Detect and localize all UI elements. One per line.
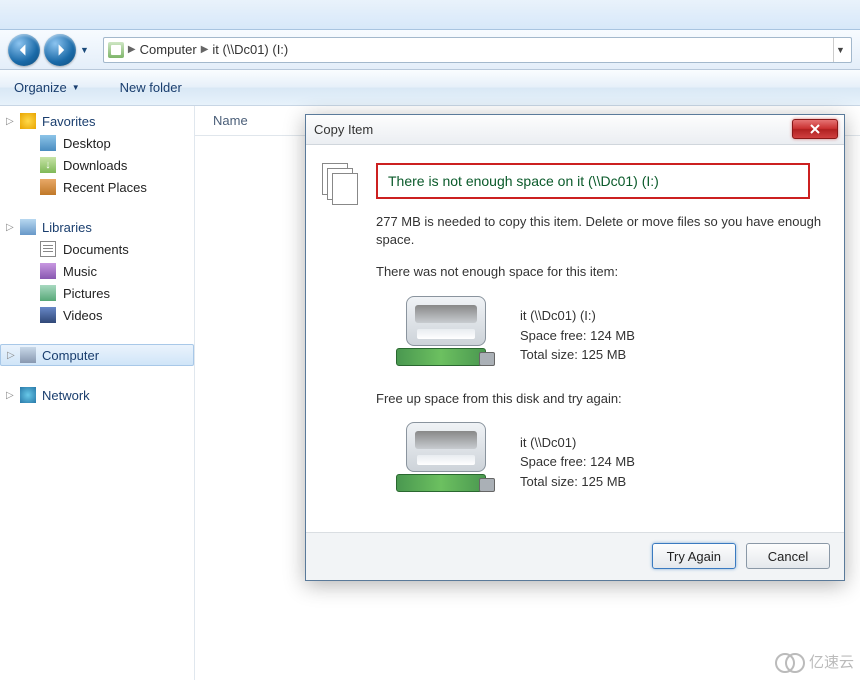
computer-icon — [20, 347, 36, 363]
disk2-total: Total size: 125 MB — [520, 472, 635, 492]
breadcrumb-sep-icon: ▶ — [201, 44, 209, 55]
recent-icon — [40, 179, 56, 195]
sidebar-item-videos[interactable]: Videos — [0, 304, 194, 326]
sidebar-item-computer[interactable]: ▷ Computer — [0, 344, 194, 366]
collapse-icon: ▷ — [6, 116, 14, 127]
organize-label: Organize — [14, 80, 67, 95]
disk1-free: Space free: 124 MB — [520, 326, 635, 346]
cloud-icon — [775, 653, 805, 671]
sidebar-item-pictures[interactable]: Pictures — [0, 282, 194, 304]
sidebar-item-music[interactable]: Music — [0, 260, 194, 282]
favorites-label: Favorites — [42, 114, 95, 129]
videos-icon — [40, 307, 56, 323]
dropdown-icon: ▼ — [72, 83, 80, 92]
document-icon — [40, 241, 56, 257]
breadcrumb-leaf[interactable]: it (\\Dc01) (I:) — [212, 42, 288, 57]
breadcrumb-sep-icon: ▶ — [128, 44, 136, 55]
cancel-button[interactable]: Cancel — [746, 543, 830, 569]
nav-pane: ▷ Favorites Desktop Downloads Recent Pla… — [0, 106, 195, 680]
sidebar-item-network[interactable]: ▷ Network — [0, 384, 194, 406]
new-folder-label: New folder — [120, 80, 182, 95]
disk2-free: Space free: 124 MB — [520, 452, 635, 472]
libraries-icon — [20, 219, 36, 235]
back-button[interactable] — [8, 34, 40, 66]
dialog-title: Copy Item — [314, 122, 373, 137]
dialog-titlebar[interactable]: Copy Item — [306, 115, 844, 145]
address-dropdown-icon[interactable]: ▼ — [833, 38, 847, 62]
dialog-footer: Try Again Cancel — [306, 532, 844, 580]
try-again-button[interactable]: Try Again — [652, 543, 736, 569]
network-drive-icon — [396, 296, 496, 376]
error-detail: 277 MB is needed to copy this item. Dele… — [376, 213, 828, 249]
disk1-total: Total size: 125 MB — [520, 345, 635, 365]
downloads-icon — [40, 157, 56, 173]
organize-menu[interactable]: Organize ▼ — [14, 80, 80, 95]
sidebar-libraries-header[interactable]: ▷ Libraries — [0, 216, 194, 238]
forward-button[interactable] — [44, 34, 76, 66]
desktop-icon — [40, 135, 56, 151]
disk-info-1: it (\\Dc01) (I:) Space free: 124 MB Tota… — [396, 296, 828, 376]
address-bar[interactable]: ▶ Computer ▶ it (\\Dc01) (I:) ▼ — [103, 37, 852, 63]
collapse-icon: ▷ — [6, 222, 14, 233]
window-titlebar — [0, 0, 860, 30]
drive-icon — [108, 42, 124, 58]
sidebar-item-documents[interactable]: Documents — [0, 238, 194, 260]
disk1-name: it (\\Dc01) (I:) — [520, 306, 635, 326]
sidebar-favorites-header[interactable]: ▷ Favorites — [0, 110, 194, 132]
free-up-prompt: Free up space from this disk and try aga… — [376, 390, 828, 408]
computer-label: Computer — [42, 348, 99, 363]
sidebar-item-desktop[interactable]: Desktop — [0, 132, 194, 154]
network-label: Network — [42, 388, 90, 403]
libraries-label: Libraries — [42, 220, 92, 235]
disk2-name: it (\\Dc01) — [520, 433, 635, 453]
watermark: 亿速云 — [775, 651, 854, 672]
collapse-icon: ▷ — [7, 350, 15, 361]
sidebar-item-downloads[interactable]: Downloads — [0, 154, 194, 176]
error-heading: There is not enough space on it (\\Dc01)… — [376, 163, 810, 199]
breadcrumb-root[interactable]: Computer — [140, 42, 197, 57]
new-folder-button[interactable]: New folder — [120, 80, 182, 95]
close-icon — [809, 124, 821, 134]
star-icon — [20, 113, 36, 129]
sidebar-item-recent[interactable]: Recent Places — [0, 176, 194, 198]
command-bar: Organize ▼ New folder — [0, 70, 860, 106]
close-button[interactable] — [792, 119, 838, 139]
network-drive-icon — [396, 422, 496, 502]
disk-info-2: it (\\Dc01) Space free: 124 MB Total siz… — [396, 422, 828, 502]
history-dropdown-icon[interactable]: ▼ — [80, 45, 89, 55]
navigation-bar: ▼ ▶ Computer ▶ it (\\Dc01) (I:) ▼ — [0, 30, 860, 70]
documents-stack-icon — [322, 163, 362, 516]
collapse-icon: ▷ — [6, 390, 14, 401]
copy-item-dialog: Copy Item There is not enough space on i… — [305, 114, 845, 581]
network-icon — [20, 387, 36, 403]
pictures-icon — [40, 285, 56, 301]
music-icon — [40, 263, 56, 279]
error-subtext: There was not enough space for this item… — [376, 263, 828, 281]
